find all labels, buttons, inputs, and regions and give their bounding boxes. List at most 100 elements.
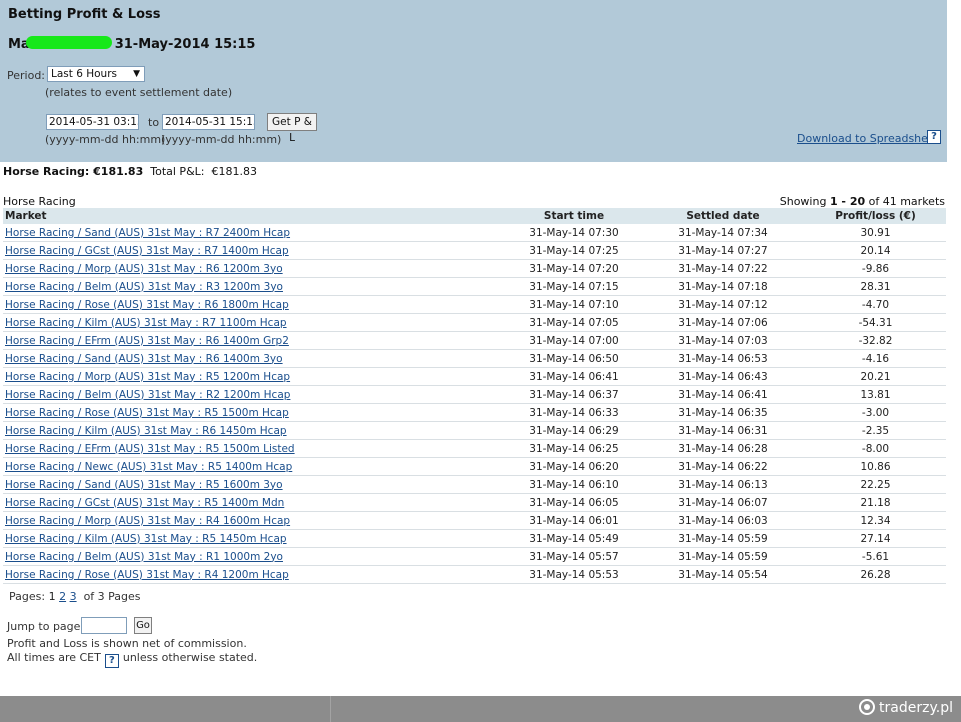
- header-start-time[interactable]: Start time: [507, 208, 641, 224]
- table-body: Horse Racing / Sand (AUS) 31st May : R7 …: [3, 224, 946, 584]
- period-select[interactable]: Last 6 Hours ▼: [47, 66, 145, 82]
- start-time-cell: 31-May-14 05:53: [507, 565, 641, 584]
- pagination: Pages: 1 2 3 of 3 Pages: [9, 590, 141, 603]
- settled-date-cell: 31-May-14 07:06: [641, 313, 805, 332]
- table-row: Horse Racing / Morp (AUS) 31st May : R4 …: [3, 511, 946, 530]
- table-row: Horse Racing / Belm (AUS) 31st May : R3 …: [3, 277, 946, 296]
- page-link-3[interactable]: 3: [70, 590, 77, 603]
- start-time-cell: 31-May-14 06:29: [507, 421, 641, 440]
- market-link[interactable]: Horse Racing / Rose (AUS) 31st May : R6 …: [5, 299, 289, 311]
- table-row: Horse Racing / Morp (AUS) 31st May : R5 …: [3, 367, 946, 386]
- profit-loss-cell: 22.25: [805, 475, 946, 494]
- market-cell: Horse Racing / Belm (AUS) 31st May : R1 …: [3, 547, 507, 566]
- profit-loss-cell: -54.31: [805, 313, 946, 332]
- start-time-cell: 31-May-14 06:05: [507, 493, 641, 512]
- market-link[interactable]: Horse Racing / GCst (AUS) 31st May : R5 …: [5, 497, 284, 509]
- market-link[interactable]: Horse Racing / GCst (AUS) 31st May : R7 …: [5, 245, 289, 257]
- get-pl-button[interactable]: Get P & L: [267, 113, 317, 144]
- settled-date-cell: 31-May-14 07:27: [641, 241, 805, 260]
- header-settled-date[interactable]: Settled date: [641, 208, 805, 224]
- market-link[interactable]: Horse Racing / Morp (AUS) 31st May : R4 …: [5, 515, 290, 527]
- table-row: Horse Racing / Newc (AUS) 31st May : R5 …: [3, 457, 946, 476]
- start-time-cell: 31-May-14 05:57: [507, 547, 641, 566]
- profit-loss-cell: -5.61: [805, 547, 946, 566]
- market-cell: Horse Racing / Belm (AUS) 31st May : R3 …: [3, 277, 507, 296]
- market-cell: Horse Racing / Sand (AUS) 31st May : R7 …: [3, 224, 507, 242]
- header-profit-loss[interactable]: Profit/loss (€): [805, 208, 946, 224]
- table-row: Horse Racing / GCst (AUS) 31st May : R5 …: [3, 493, 946, 512]
- market-link[interactable]: Horse Racing / Kilm (AUS) 31st May : R7 …: [5, 317, 287, 329]
- market-link[interactable]: Horse Racing / Sand (AUS) 31st May : R7 …: [5, 227, 290, 239]
- settled-date-cell: 31-May-14 07:18: [641, 277, 805, 296]
- table-row: Horse Racing / GCst (AUS) 31st May : R7 …: [3, 241, 946, 260]
- market-link[interactable]: Horse Racing / Belm (AUS) 31st May : R2 …: [5, 389, 290, 401]
- market-link[interactable]: Horse Racing / Kilm (AUS) 31st May : R6 …: [5, 425, 287, 437]
- to-date-input[interactable]: 2014-05-31 15:15: [162, 114, 255, 130]
- settlement-note: (relates to event settlement date): [45, 86, 233, 99]
- start-time-cell: 31-May-14 07:05: [507, 313, 641, 332]
- market-cell: Horse Racing / GCst (AUS) 31st May : R7 …: [3, 241, 507, 260]
- start-time-cell: 31-May-14 06:25: [507, 439, 641, 458]
- start-time-cell: 31-May-14 06:41: [507, 367, 641, 386]
- market-cell: Horse Racing / Morp (AUS) 31st May : R6 …: [3, 259, 507, 278]
- market-cell: Horse Racing / Belm (AUS) 31st May : R2 …: [3, 385, 507, 404]
- dropdown-arrow-icon: ▼: [133, 69, 140, 79]
- market-cell: Horse Racing / Sand (AUS) 31st May : R5 …: [3, 475, 507, 494]
- market-link[interactable]: Horse Racing / Sand (AUS) 31st May : R5 …: [5, 479, 283, 491]
- showing-prefix: Showing: [779, 195, 827, 208]
- from-date-input[interactable]: 2014-05-31 03:15: [46, 114, 139, 130]
- download-spreadsheet-link[interactable]: Download to Spreadsheet: [797, 132, 939, 145]
- section-label: Horse Racing: [3, 195, 76, 208]
- profit-loss-cell: 20.21: [805, 367, 946, 386]
- settled-date-cell: 31-May-14 06:35: [641, 403, 805, 422]
- page-link-2[interactable]: 2: [59, 590, 66, 603]
- market-link[interactable]: Horse Racing / EFrm (AUS) 31st May : R6 …: [5, 335, 289, 347]
- timezone-help-icon[interactable]: ?: [104, 654, 119, 668]
- market-link[interactable]: Horse Racing / Rose (AUS) 31st May : R5 …: [5, 407, 289, 419]
- market-cell: Horse Racing / Morp (AUS) 31st May : R4 …: [3, 511, 507, 530]
- profit-loss-cell: 13.81: [805, 385, 946, 404]
- start-time-cell: 31-May-14 06:01: [507, 511, 641, 530]
- market-cell: Horse Racing / Newc (AUS) 31st May : R5 …: [3, 457, 507, 476]
- jump-to-page-input[interactable]: [81, 617, 127, 634]
- market-cell: Horse Racing / Morp (AUS) 31st May : R5 …: [3, 367, 507, 386]
- settled-date-cell: 31-May-14 06:28: [641, 439, 805, 458]
- settled-date-cell: 31-May-14 06:03: [641, 511, 805, 530]
- timezone-suffix: unless otherwise stated.: [122, 651, 258, 664]
- market-link[interactable]: Horse Racing / Sand (AUS) 31st May : R6 …: [5, 353, 283, 365]
- profit-loss-cell: 27.14: [805, 529, 946, 548]
- table-row: Horse Racing / Belm (AUS) 31st May : R1 …: [3, 547, 946, 566]
- market-link[interactable]: Horse Racing / Newc (AUS) 31st May : R5 …: [5, 461, 292, 473]
- market-link[interactable]: Horse Racing / Morp (AUS) 31st May : R5 …: [5, 371, 290, 383]
- market-link[interactable]: Horse Racing / EFrm (AUS) 31st May : R5 …: [5, 443, 295, 455]
- table-row: Horse Racing / Rose (AUS) 31st May : R5 …: [3, 403, 946, 422]
- start-time-cell: 31-May-14 07:00: [507, 331, 641, 350]
- market-link[interactable]: Horse Racing / Belm (AUS) 31st May : R3 …: [5, 281, 283, 293]
- table-row: Horse Racing / Sand (AUS) 31st May : R7 …: [3, 224, 946, 242]
- footer-divider: [330, 696, 331, 722]
- go-button[interactable]: Go: [134, 617, 152, 634]
- settled-date-cell: 31-May-14 05:54: [641, 565, 805, 584]
- start-time-cell: 31-May-14 07:30: [507, 224, 641, 242]
- settled-date-cell: 31-May-14 06:31: [641, 421, 805, 440]
- table-row: Horse Racing / Morp (AUS) 31st May : R6 …: [3, 259, 946, 278]
- header-panel: Betting Profit & Loss Ma 31-May-2014 15:1…: [0, 0, 947, 162]
- header-market[interactable]: Market: [3, 208, 507, 224]
- market-cell: Horse Racing / Sand (AUS) 31st May : R6 …: [3, 349, 507, 368]
- market-link[interactable]: Horse Racing / Morp (AUS) 31st May : R6 …: [5, 263, 283, 275]
- period-select-value: Last 6 Hours: [51, 68, 117, 80]
- showing-count: Showing 1 - 20 of 41 markets: [780, 195, 945, 208]
- markets-table: Market Start time Settled date Profit/lo…: [3, 208, 946, 584]
- profit-loss-cell: 12.34: [805, 511, 946, 530]
- market-link[interactable]: Horse Racing / Kilm (AUS) 31st May : R5 …: [5, 533, 287, 545]
- pages-label: Pages:: [9, 590, 46, 603]
- profit-loss-cell: -9.86: [805, 259, 946, 278]
- showing-range: 1 - 20: [829, 195, 866, 208]
- account-subtitle: Ma 31-May-2014 15:15: [8, 36, 255, 52]
- market-cell: Horse Racing / EFrm (AUS) 31st May : R5 …: [3, 439, 507, 458]
- profit-loss-cell: 20.14: [805, 241, 946, 260]
- market-link[interactable]: Horse Racing / Belm (AUS) 31st May : R1 …: [5, 551, 283, 563]
- market-link[interactable]: Horse Racing / Rose (AUS) 31st May : R4 …: [5, 569, 289, 581]
- help-icon[interactable]: ?: [927, 130, 941, 144]
- market-cell: Horse Racing / Kilm (AUS) 31st May : R6 …: [3, 421, 507, 440]
